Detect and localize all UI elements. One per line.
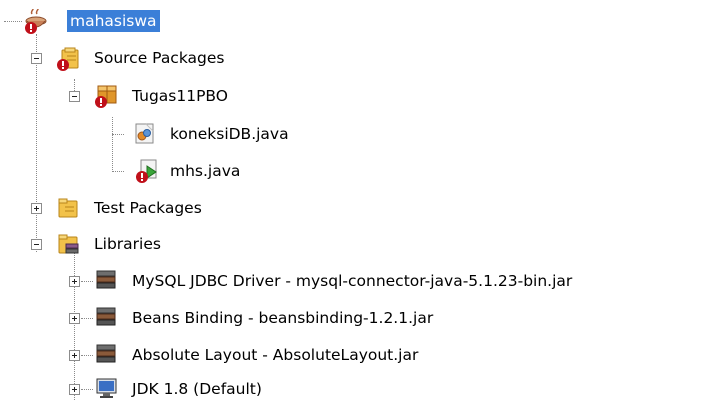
jdk-monitor-icon xyxy=(95,378,119,404)
tree-guide-line xyxy=(81,389,93,390)
libraries-icon xyxy=(56,232,82,262)
source-packages-icon xyxy=(56,46,82,76)
tree-node-file[interactable]: mhs.java xyxy=(0,154,704,188)
collapse-toggle-icon[interactable] xyxy=(31,53,42,64)
file-label: mhs.java xyxy=(170,162,241,180)
library-label: Absolute Layout - AbsoluteLayout.jar xyxy=(132,346,419,364)
expand-toggle-icon[interactable] xyxy=(31,203,42,214)
tree-node-file[interactable]: koneksiDB.java xyxy=(0,117,704,151)
java-class-icon xyxy=(134,123,156,149)
file-label: koneksiDB.java xyxy=(170,125,289,143)
library-books-icon xyxy=(95,270,119,296)
tree-node-library[interactable]: Absolute Layout - AbsoluteLayout.jar xyxy=(0,338,704,372)
tree-node-test-packages[interactable]: Test Packages xyxy=(0,191,704,225)
collapse-toggle-icon[interactable] xyxy=(69,91,80,102)
library-label: MySQL JDBC Driver - mysql-connector-java… xyxy=(132,272,573,290)
expand-toggle-icon[interactable] xyxy=(69,276,80,287)
library-books-icon xyxy=(95,307,119,333)
jdk-label: JDK 1.8 (Default) xyxy=(132,380,262,398)
tree-guide-line xyxy=(81,281,93,282)
library-books-icon xyxy=(95,344,119,370)
project-label: mahasiswa xyxy=(67,10,160,32)
tree-node-package[interactable]: Tugas11PBO xyxy=(0,79,704,113)
collapse-toggle-icon[interactable] xyxy=(31,239,42,250)
java-form-error-icon xyxy=(134,159,160,189)
tree-guide-line xyxy=(81,355,93,356)
source-packages-label: Source Packages xyxy=(94,49,225,67)
project-coffee-icon xyxy=(24,7,50,39)
expand-toggle-icon[interactable] xyxy=(69,313,80,324)
tree-guide-line xyxy=(81,318,93,319)
test-packages-label: Test Packages xyxy=(94,199,202,217)
package-icon xyxy=(94,83,120,113)
libraries-label: Libraries xyxy=(94,235,161,253)
expand-toggle-icon[interactable] xyxy=(69,384,80,395)
package-label: Tugas11PBO xyxy=(132,87,228,105)
tree-node-project[interactable]: mahasiswa xyxy=(0,4,704,38)
tree-node-library[interactable]: Beans Binding - beansbinding-1.2.1.jar xyxy=(0,301,704,335)
tree-node-source-packages[interactable]: Source Packages xyxy=(0,41,704,75)
tree-node-library[interactable]: JDK 1.8 (Default) xyxy=(0,372,704,406)
library-label: Beans Binding - beansbinding-1.2.1.jar xyxy=(132,309,434,327)
expand-toggle-icon[interactable] xyxy=(69,350,80,361)
test-packages-icon xyxy=(56,196,82,226)
tree-node-library[interactable]: MySQL JDBC Driver - mysql-connector-java… xyxy=(0,264,704,298)
tree-node-libraries[interactable]: Libraries xyxy=(0,227,704,261)
